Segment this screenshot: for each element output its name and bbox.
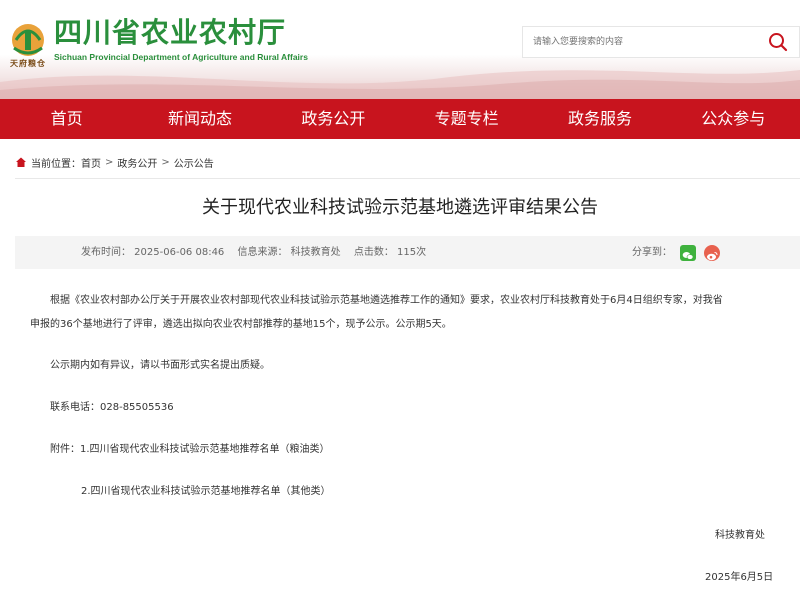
nav-item-topics[interactable]: 专题专栏 bbox=[400, 99, 533, 139]
site-name-cn[interactable]: 四川省农业农村厅 bbox=[54, 16, 286, 50]
search-icon[interactable] bbox=[767, 31, 789, 53]
publish-time: 发布时间： 2025-06-06 08:46 bbox=[81, 247, 225, 258]
article-meta-bar: 发布时间： 2025-06-06 08:46 信息来源： 科技教育处 点击数： … bbox=[15, 236, 800, 269]
search-input[interactable] bbox=[523, 27, 767, 57]
nav-item-gov-services[interactable]: 政务服务 bbox=[533, 99, 666, 139]
share-label: 分享到： bbox=[632, 247, 672, 258]
weibo-share-icon[interactable] bbox=[704, 244, 720, 261]
breadcrumb-separator: > bbox=[161, 156, 170, 168]
share-bar: 分享到： bbox=[632, 236, 728, 269]
logo-seal-text: 天府粮仓 bbox=[10, 58, 46, 68]
main-nav: 首页 新闻动态 政务公开 专题专栏 政务服务 公众参与 bbox=[0, 99, 800, 139]
site-header: 天府粮仓 四川省农业农村厅 Sichuan Provincial Departm… bbox=[0, 0, 800, 99]
info-source: 信息来源： 科技教育处 bbox=[237, 247, 341, 258]
divider bbox=[15, 178, 800, 179]
search-box bbox=[522, 26, 800, 58]
contact-phone: 联系电话：028-85505536 bbox=[50, 402, 174, 413]
breadcrumb: 当前位置： 首页 > 政务公开 > 公示公告 bbox=[15, 153, 214, 171]
nav-item-news[interactable]: 新闻动态 bbox=[133, 99, 266, 139]
location-home-icon bbox=[16, 157, 26, 167]
click-count: 点击数： 115次 bbox=[353, 247, 427, 258]
body-paragraph-1-line-1: 根据《农业农村部办公厅关于开展农业农村部现代农业科技试验示范基地遴选推荐工作的通… bbox=[50, 295, 723, 306]
attachment-2-link[interactable]: 2.四川省现代农业科技试验示范基地推荐名单（其他类） bbox=[81, 481, 331, 502]
article-title: 关于现代农业科技试验示范基地遴选评审结果公告 bbox=[202, 197, 598, 218]
signature-date: 2025年6月5日 bbox=[705, 572, 774, 583]
nav-item-home[interactable]: 首页 bbox=[0, 99, 133, 139]
signature-department: 科技教育处 bbox=[715, 530, 765, 541]
body-paragraph-1-line-2: 申报的36个基地进行了评审，遴选出拟向农业农村部推荐的基地15个，现予公示。公示… bbox=[30, 319, 452, 330]
breadcrumb-label: 当前位置： bbox=[31, 158, 81, 170]
breadcrumb-separator: > bbox=[105, 156, 114, 168]
body-paragraph-2: 公示期内如有异议，请以书面形式实名提出质疑。 bbox=[50, 360, 270, 371]
nav-item-public-participation[interactable]: 公众参与 bbox=[667, 99, 800, 139]
site-name-en: Sichuan Provincial Department of Agricul… bbox=[54, 52, 308, 62]
nav-item-gov-affairs[interactable]: 政务公开 bbox=[267, 99, 400, 139]
wechat-share-icon[interactable] bbox=[680, 244, 696, 261]
breadcrumb-announcements-link[interactable]: 公示公告 bbox=[174, 155, 214, 170]
attachment-1-link[interactable]: 附件：1.四川省现代农业科技试验示范基地推荐名单（粮油类） bbox=[50, 439, 330, 460]
breadcrumb-home-link[interactable]: 首页 bbox=[81, 155, 101, 170]
breadcrumb-gov-affairs-link[interactable]: 政务公开 bbox=[117, 155, 157, 170]
article-meta-info: 发布时间： 2025-06-06 08:46 信息来源： 科技教育处 点击数： … bbox=[81, 236, 436, 269]
